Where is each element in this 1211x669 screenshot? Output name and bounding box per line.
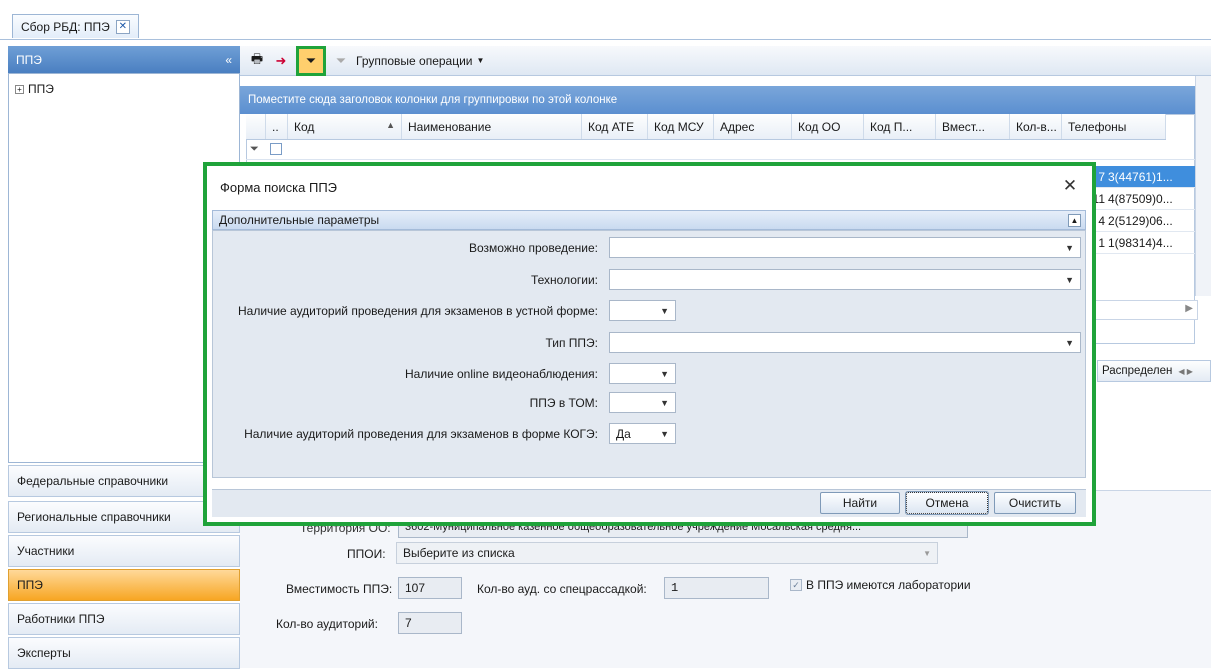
capacity-field: 107 xyxy=(398,577,462,599)
toolbar: 🖶 ➜ ⏷ ⏷ Групповые операции ▼ xyxy=(240,45,1211,76)
left-panel-header: ППЭ « xyxy=(8,46,240,73)
grid-header: .. Код ▲ Наименование Код АТЕ Код МСУ Адр… xyxy=(246,114,1166,140)
nav-participants[interactable]: Участники xyxy=(8,535,240,567)
collapse-section-icon[interactable]: ▲ xyxy=(1068,213,1081,227)
possible-conduct-select[interactable]: ▼ xyxy=(609,237,1081,258)
chevron-down-icon: ▼ xyxy=(1065,242,1074,253)
expand-icon[interactable]: + xyxy=(15,84,24,94)
group-operations-menu[interactable]: Групповые операции ▼ xyxy=(356,54,484,68)
koge-rooms-select[interactable]: Да ▼ xyxy=(609,423,676,444)
field-label: Технологии: xyxy=(530,273,598,287)
filter-icon: ⏷ xyxy=(250,143,259,155)
col-kod-ate[interactable]: Код АТЕ xyxy=(582,114,648,139)
chevron-down-icon: ▼ xyxy=(1065,274,1074,285)
chevron-down-icon: ▼ xyxy=(660,368,669,379)
ppe-type-select[interactable]: ▼ xyxy=(609,332,1081,353)
group-panel[interactable]: Поместите сюда заголовок колонки для гру… xyxy=(240,86,1195,114)
sort-asc-icon: ▲ xyxy=(386,120,395,130)
field-label: Наличие online видеонаблюдения: xyxy=(404,367,598,381)
rooms-label: Кол-во аудиторий: xyxy=(276,617,378,631)
col-name[interactable]: Наименование xyxy=(402,114,582,139)
tab-sbor-rbd[interactable]: Сбор РБД: ППЭ ✕ xyxy=(12,14,139,38)
chevron-down-icon: ▼ xyxy=(660,397,669,408)
chevron-down-icon: ▼ xyxy=(476,56,485,65)
clear-filter-icon[interactable]: ⏷ xyxy=(332,52,350,70)
tab-scroll-icon: ◀ ▶ xyxy=(1178,366,1193,376)
field-label: Наличие аудиторий проведения для экзамен… xyxy=(238,304,598,318)
special-field: 1 xyxy=(664,577,769,599)
capacity-label: Вместимость ППЭ: xyxy=(286,582,393,596)
nav-ppe-workers[interactable]: Работники ППЭ xyxy=(8,603,240,635)
phone-column: 7 3(44761)1... 11 4(87509)0... 4 2(5129)06.… xyxy=(1082,166,1195,254)
filter-icon[interactable]: ⏷ xyxy=(296,45,326,76)
chevron-down-icon: ▼ xyxy=(1065,337,1074,348)
tree-node-label: ППЭ xyxy=(28,82,54,96)
field-label: Возможно проведение: xyxy=(468,241,598,255)
vertical-scrollbar[interactable] xyxy=(1195,76,1211,296)
tab-title: Сбор РБД: ППЭ xyxy=(21,19,110,34)
chevron-down-icon: ▼ xyxy=(923,548,931,558)
find-button[interactable]: Найти xyxy=(820,492,900,514)
dialog-title: Форма поиска ППЭ xyxy=(220,180,337,195)
rooms-field: 7 xyxy=(398,612,462,634)
col-phones[interactable]: Телефоны xyxy=(1062,114,1166,139)
col-kod-oo[interactable]: Код ОО xyxy=(792,114,864,139)
field-label: Наличие аудиторий проведения для экзамен… xyxy=(244,427,598,441)
technologies-select[interactable]: ▼ xyxy=(609,269,1081,290)
close-icon[interactable]: ✕ xyxy=(1060,176,1080,196)
clear-button[interactable]: Очистить xyxy=(994,492,1076,514)
print-icon[interactable]: 🖶 xyxy=(248,51,266,70)
chevron-down-icon: ▼ xyxy=(660,428,669,439)
col-count[interactable]: Кол-в... xyxy=(1010,114,1062,139)
nav-ppe[interactable]: ППЭ xyxy=(8,569,240,601)
oral-rooms-select[interactable]: ▼ xyxy=(609,300,676,321)
filter-editor-icon[interactable] xyxy=(270,143,282,155)
col-address[interactable]: Адрес xyxy=(714,114,792,139)
ppoi-select[interactable]: Выберите из списка ▼ xyxy=(396,542,938,564)
close-icon[interactable]: ✕ xyxy=(115,19,130,34)
collapse-icon[interactable]: « xyxy=(225,53,232,67)
tab-distribution[interactable]: Распределен ◀ ▶ xyxy=(1097,360,1211,382)
tree-node[interactable]: + ППЭ xyxy=(15,82,233,96)
section-header[interactable]: Дополнительные параметры ▲ xyxy=(212,210,1086,230)
video-monitoring-select[interactable]: ▼ xyxy=(609,363,676,384)
col-kod-p[interactable]: Код П... xyxy=(864,114,936,139)
cancel-button[interactable]: Отмена xyxy=(905,491,989,515)
ppe-tom-select[interactable]: ▼ xyxy=(609,392,676,413)
col-dots[interactable]: .. xyxy=(266,114,288,139)
nav-experts[interactable]: Эксперты xyxy=(8,637,240,669)
field-label: ППЭ в ТОМ: xyxy=(529,396,598,410)
chevron-down-icon: ▼ xyxy=(660,305,669,316)
table-row[interactable]: 7 3(44761)1... xyxy=(1082,166,1195,188)
col-kod-msu[interactable]: Код МСУ xyxy=(648,114,714,139)
special-label: Кол-во ауд. со спецрассадкой: xyxy=(477,582,647,596)
filter-row[interactable]: ⏷ xyxy=(246,140,1195,160)
export-icon[interactable]: ➜ xyxy=(272,52,290,70)
lab-checkbox: ✓ В ППЭ имеются лаборатории xyxy=(790,578,971,592)
ppoi-label: ППОИ: xyxy=(347,547,386,561)
arrow-right-icon: ▶ xyxy=(1185,303,1193,314)
checkbox-checked-icon: ✓ xyxy=(790,579,802,591)
field-label: Тип ППЭ: xyxy=(545,336,598,350)
tab-strip xyxy=(0,0,1211,40)
col-kod[interactable]: Код ▲ xyxy=(288,114,402,139)
col-capacity[interactable]: Вмест... xyxy=(936,114,1010,139)
col-indicator xyxy=(246,114,266,139)
left-panel-title: ППЭ xyxy=(16,52,42,67)
table-row[interactable]: 4 2(5129)06... xyxy=(1082,210,1195,232)
table-row[interactable]: 1 1(98314)4... xyxy=(1082,232,1195,254)
table-row[interactable]: 11 4(87509)0... xyxy=(1082,188,1195,210)
